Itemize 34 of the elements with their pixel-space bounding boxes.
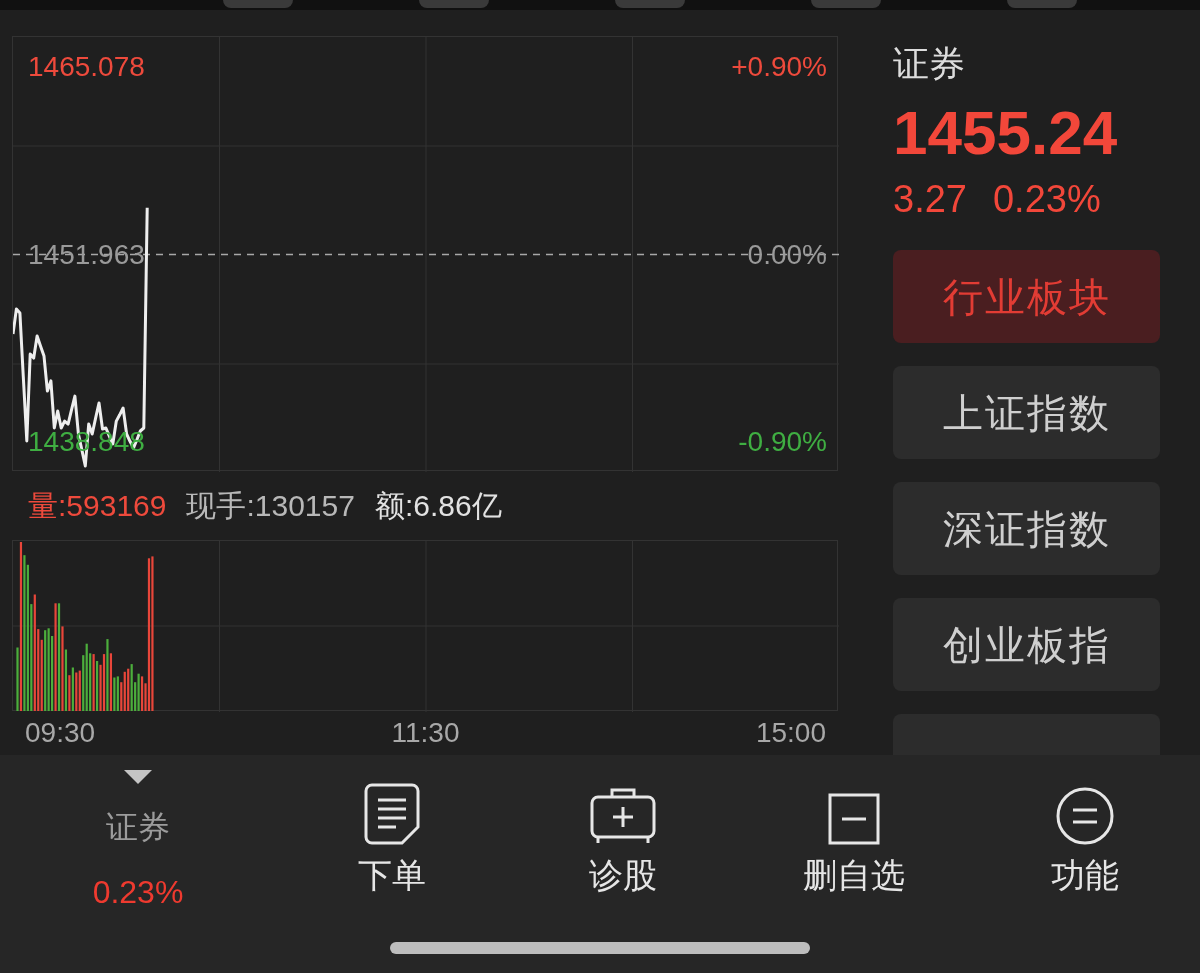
volume-stat: 量:593169 — [28, 487, 167, 524]
menu-icon — [1055, 787, 1114, 845]
minus-square-icon — [827, 793, 880, 845]
percent-change: 0.23% — [992, 177, 1101, 221]
tab-shape — [223, 0, 293, 8]
tab-shape — [615, 0, 685, 8]
medical-kit-icon — [589, 787, 656, 845]
tab-shape — [1007, 0, 1077, 8]
price-tick-label: 1465.078 — [28, 51, 145, 84]
instrument-name: 证券 — [893, 44, 966, 84]
diagnose-button[interactable]: 诊股 — [588, 783, 657, 895]
caret-icon[interactable] — [124, 770, 152, 784]
percent-tick-label: -0.90% — [738, 426, 827, 458]
percent-tick-label: 0.00% — [747, 238, 827, 271]
current-price: 1455.24 — [893, 100, 1119, 166]
tab-shape — [811, 0, 881, 8]
document-icon — [363, 783, 420, 845]
time-label: 15:00 — [755, 717, 826, 749]
price-change: 3.27 — [893, 177, 967, 221]
category-button[interactable]: 创业板指 — [893, 598, 1160, 691]
instrument-name: 证券 — [106, 808, 170, 847]
category-button[interactable]: 深证指数 — [893, 482, 1160, 575]
percent-change: 0.23% — [92, 873, 184, 912]
time-label: 09:30 — [25, 717, 96, 749]
category-button[interactable]: 上证指数 — [893, 366, 1160, 459]
remove-watchlist-button[interactable]: 删自选 — [802, 783, 905, 895]
functions-button[interactable]: 功能 — [1050, 783, 1119, 895]
volume-stat: 额:6.86亿 — [374, 487, 502, 524]
tab-shape — [419, 0, 489, 8]
order-button[interactable]: 下单 — [357, 783, 426, 895]
price-tick-label: 1451.963 — [28, 238, 145, 271]
time-label: 11:30 — [391, 717, 460, 749]
volume-stat: 现手:130157 — [186, 487, 355, 524]
percent-tick-label: +0.90% — [731, 51, 827, 84]
